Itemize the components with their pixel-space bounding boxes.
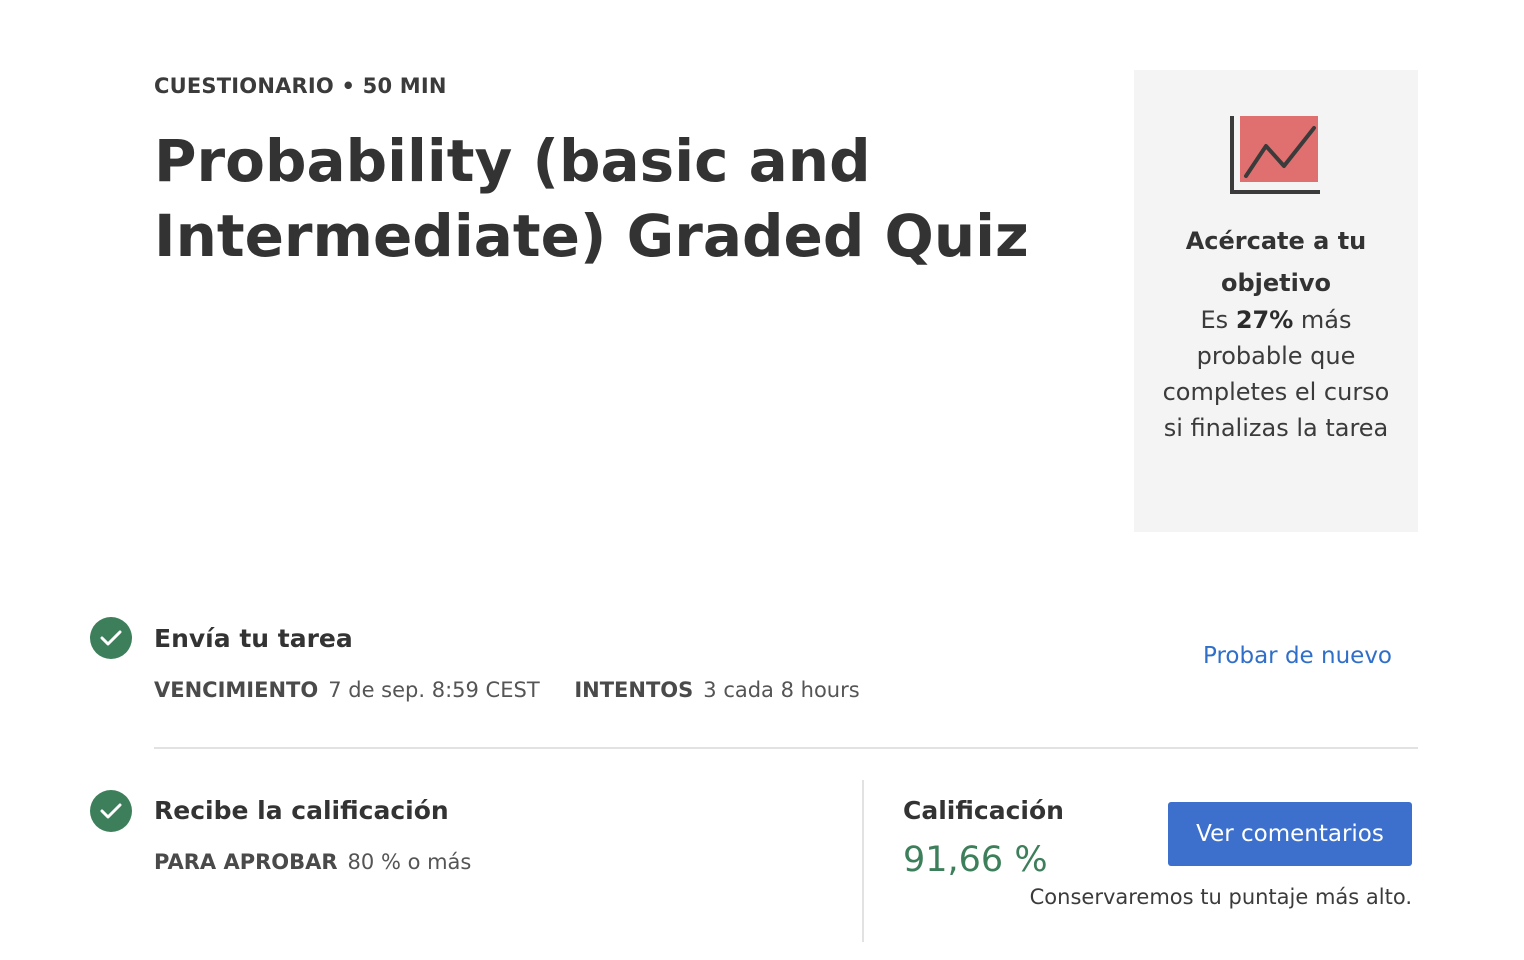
item-type-label: CUESTIONARIO • 50 MIN xyxy=(154,74,447,98)
view-feedback-button[interactable]: Ver comentarios xyxy=(1168,802,1412,866)
keep-highest-score-note: Conservaremos tu puntaje más alto. xyxy=(1029,885,1412,909)
goal-card-heading: Acércate a tu objetivo xyxy=(1185,227,1367,297)
grade-step-meta: PARA APROBAR 80 % o más xyxy=(154,850,471,874)
goal-card: Acércate a tu objetivo Es 27% más probab… xyxy=(1134,70,1418,532)
submit-step-check-icon xyxy=(90,617,132,659)
pass-value: 80 % o más xyxy=(347,850,472,874)
submit-step-title: Envía tu tarea xyxy=(154,624,353,653)
section-divider xyxy=(154,747,1418,749)
page-title: Probability (basic and Intermediate) Gra… xyxy=(154,127,1029,270)
attempts-label: INTENTOS xyxy=(574,678,694,702)
due-value: 7 de sep. 8:59 CEST xyxy=(328,678,540,702)
due-label: VENCIMIENTO xyxy=(154,678,319,702)
retry-link[interactable]: Probar de nuevo xyxy=(1203,643,1392,669)
goal-card-body: Es 27% más probable que completes el cur… xyxy=(1154,302,1398,446)
submit-step-meta: VENCIMIENTO 7 de sep. 8:59 CEST INTENTOS 3… xyxy=(154,678,860,702)
goal-card-body-prefix: Es xyxy=(1200,306,1236,334)
attempts-value: 3 cada 8 hours xyxy=(703,678,860,702)
grade-step-check-icon xyxy=(90,790,132,832)
pass-label: PARA APROBAR xyxy=(154,850,338,874)
grade-step-title: Recibe la calificación xyxy=(154,796,449,825)
grade-section-separator xyxy=(862,780,864,942)
chart-trend-icon xyxy=(1230,116,1320,194)
grade-label: Calificación xyxy=(903,796,1064,825)
grade-value: 91,66 % xyxy=(903,840,1048,880)
goal-card-percentage: 27% xyxy=(1235,306,1294,334)
